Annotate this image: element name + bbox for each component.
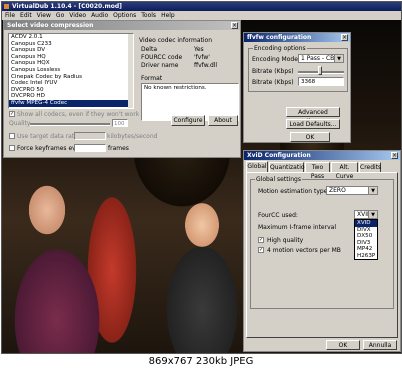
show-all-label: Show all codecs, even if they won't work (17, 111, 140, 118)
codec-info-header: Video codec information (139, 37, 213, 44)
main-window-title: VirtualDub 1.10.4 - [C0020.mod] (12, 3, 122, 10)
tab-quantization[interactable]: Quantization (269, 162, 308, 172)
codec-item[interactable]: Canopus HQ (9, 54, 133, 61)
tab-credits[interactable]: Credits (359, 162, 381, 172)
xvid-config-title: XviD Configuration (244, 151, 400, 160)
app-icon (4, 4, 9, 9)
show-all-checkbox[interactable]: ✓ (9, 111, 15, 117)
driver-label: Driver name (141, 62, 179, 69)
close-icon[interactable]: × (391, 152, 398, 159)
ffvfw-config-dialog: ffvfw configuration × Encoding options E… (243, 32, 351, 143)
quality-field[interactable]: 100 (112, 119, 128, 127)
codec-item[interactable]: Cinepak Codec by Radius (9, 74, 133, 81)
menu-go[interactable]: Go (56, 12, 64, 19)
motion-estimation-dropdown[interactable]: ZERO ▼ (326, 186, 378, 195)
bitrate-field-label: Bitrate (Kbps) (252, 79, 294, 86)
format-value: No known restrictions. (144, 85, 207, 91)
menu-options[interactable]: Options (113, 12, 136, 19)
target-datarate-field[interactable] (74, 132, 106, 140)
about-button[interactable]: About (208, 115, 238, 126)
menu-audio[interactable]: Audio (91, 12, 108, 19)
high-quality-label: High quality (267, 237, 304, 244)
encoding-mode-label: Encoding Mode (252, 56, 298, 63)
codec-item[interactable]: DVCPRO HD (9, 93, 133, 100)
fourcc-value: 'fvfw' (194, 54, 210, 61)
codec-item-selected[interactable]: ffvfw MPEG-4 Codec (9, 99, 133, 107)
advanced-options-button[interactable]: Advanced options... (286, 107, 340, 125)
menu-file[interactable]: File (5, 12, 15, 19)
high-quality-checkbox[interactable]: ✓ (258, 237, 264, 243)
close-icon[interactable]: × (341, 34, 348, 41)
encoding-options-label: Encoding options (253, 45, 307, 52)
delta-value: Yes (194, 46, 204, 53)
fourcc-dropdown[interactable]: XVID ▼ (354, 210, 378, 219)
tab-alt-curve[interactable]: Alt. Curve (331, 162, 358, 180)
menu-bar: File Edit View Go Video Audio Options Tools Help (2, 11, 401, 20)
motion-vectors-label: 4 motion vectors per MB (267, 247, 341, 254)
fourcc-label: FOURCC code (141, 54, 183, 61)
encoding-mode-dropdown[interactable]: 1 Pass - CBR ▼ (298, 54, 344, 63)
screenshot-frame: VirtualDub 1.10.4 - [C0020.mod] File Edit… (1, 1, 402, 354)
main-title-bar: VirtualDub 1.10.4 - [C0020.mod] (2, 2, 401, 11)
codec-item[interactable]: Codec Intel IYUV (9, 80, 133, 87)
quality-label: Quality (9, 120, 31, 127)
ffvfw-config-title: ffvfw configuration (244, 33, 350, 42)
codec-item[interactable]: Canopus C233 (9, 41, 133, 48)
codec-list-scrollbar[interactable] (128, 34, 133, 108)
format-header: Format (141, 75, 163, 82)
quality-slider-track[interactable] (30, 123, 110, 126)
max-iframe-label: Maximum I-frame interval (258, 224, 336, 231)
menu-video[interactable]: Video (69, 12, 86, 19)
menu-help[interactable]: Help (161, 12, 175, 19)
load-defaults-button[interactable]: Load Defaults... (286, 119, 340, 129)
tab-global[interactable]: Global (246, 161, 268, 172)
fourcc-option[interactable]: H263P (355, 253, 377, 260)
chevron-down-icon[interactable]: ▼ (368, 187, 377, 194)
global-settings-label: Global settings (255, 176, 302, 183)
motion-estimation-label: Motion estimation type (258, 188, 328, 195)
fourcc-options-list[interactable]: XVID DIVX DX50 DIV3 MP42 H263P (354, 219, 378, 260)
bitrate-field[interactable]: 3368 (298, 77, 344, 86)
configure-button[interactable]: Configure (171, 115, 205, 126)
codec-item[interactable]: Canopus HQX (9, 60, 133, 67)
tab-two-pass[interactable]: Two Pass (305, 162, 330, 180)
codec-item[interactable]: Canopus Lossless (9, 67, 133, 74)
codec-list[interactable]: ACDV 2.0.1 Canopus C233 Canopus DV Canop… (8, 33, 134, 109)
chevron-down-icon[interactable]: ▼ (334, 55, 343, 62)
fourcc-used-label: FourCC used: (258, 212, 298, 219)
close-icon[interactable]: × (231, 22, 238, 29)
menu-view[interactable]: View (37, 12, 51, 19)
codec-item[interactable]: Canopus DV (9, 47, 133, 54)
bitrate-slider-thumb[interactable] (318, 66, 322, 75)
annulla-button[interactable]: Annulla (363, 340, 397, 350)
video-compression-dialog: Select video compression × ACDV 2.0.1 Ca… (3, 20, 241, 158)
codec-item[interactable]: DVCPRO 50 (9, 87, 133, 94)
target-datarate-checkbox[interactable] (9, 133, 15, 139)
xvid-config-dialog: XviD Configuration × Global Quantization… (243, 150, 401, 352)
delta-label: Delta (141, 46, 158, 53)
datarate-units-label: kilobytes/second (107, 133, 158, 140)
bitrate-slider-label: Bitrate (Kbps) (252, 68, 294, 75)
ffvfw-ok-button[interactable]: OK (290, 132, 330, 142)
keyframes-field[interactable] (74, 144, 106, 152)
video-compression-title: Select video compression (4, 21, 240, 30)
keyframes-units-label: frames (108, 145, 129, 152)
driver-value: ffvfw.dll (194, 62, 218, 69)
chevron-down-icon[interactable]: ▼ (368, 211, 377, 218)
force-keyframes-checkbox[interactable] (9, 145, 15, 151)
codec-item[interactable]: ACDV 2.0.1 (9, 34, 133, 41)
xvid-ok-button[interactable]: OK (326, 340, 360, 350)
menu-tools[interactable]: Tools (141, 12, 156, 19)
motion-vectors-checkbox[interactable]: ✓ (258, 247, 264, 253)
image-caption: 869x767 230kb JPEG (148, 356, 254, 367)
menu-edit[interactable]: Edit (20, 12, 32, 19)
